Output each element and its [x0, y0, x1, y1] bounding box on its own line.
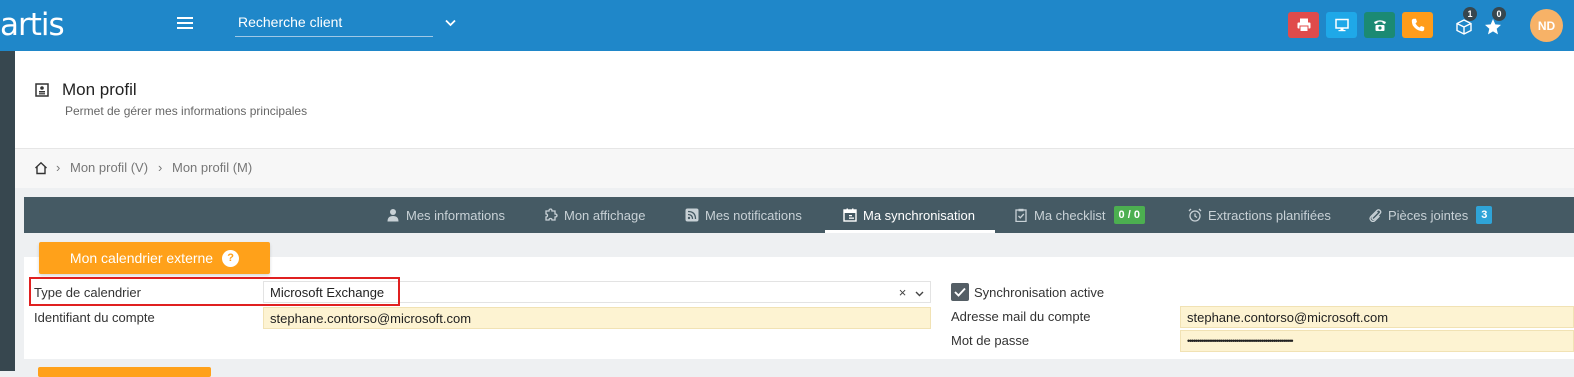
tab-mon-affichage[interactable]: Mon affichage	[544, 197, 645, 233]
breadcrumb-item[interactable]: Mon profil (V)	[70, 160, 148, 175]
clear-icon[interactable]: ×	[899, 285, 907, 300]
alarm-icon	[1188, 208, 1202, 222]
phone-icon	[1411, 18, 1424, 32]
page-title: Mon profil	[62, 80, 137, 99]
puzzle-icon	[545, 208, 558, 221]
account-id-field[interactable]: stephane.contorso@microsoft.com	[263, 307, 931, 329]
external-calendar-section-button[interactable]: Mon calendrier externe ?	[39, 242, 270, 274]
telephone-button[interactable]	[1364, 12, 1395, 38]
chevron-down-icon[interactable]	[445, 15, 456, 30]
calendar-type-label: Type de calendrier	[34, 285, 141, 300]
home-icon[interactable]	[34, 161, 48, 175]
tab-mes-notifications[interactable]: Mes notifications	[685, 197, 802, 233]
account-email-label: Adresse mail du compte	[951, 309, 1091, 324]
tab-ma-checklist[interactable]: Ma checklist 0 / 0	[1014, 197, 1145, 233]
monitor-icon	[1334, 18, 1349, 32]
breadcrumb: › Mon profil (V) › Mon profil (M)	[15, 148, 1574, 188]
breadcrumb-separator: ›	[158, 160, 163, 175]
page-subtitle: Permet de gérer mes informations princip…	[65, 104, 308, 118]
screen-button[interactable]	[1326, 12, 1357, 38]
menu-icon[interactable]	[177, 17, 193, 31]
client-search[interactable]	[235, 14, 433, 37]
calendar-icon	[843, 208, 857, 222]
avatar[interactable]: ND	[1530, 9, 1563, 42]
rss-icon	[685, 208, 699, 222]
chevron-down-icon[interactable]	[915, 291, 924, 297]
account-id-label: Identifiant du compte	[34, 310, 155, 325]
attachments-badge: 3	[1476, 206, 1493, 224]
help-icon[interactable]: ?	[222, 249, 240, 267]
tab-bar: Mes informations Mon affichage Mes notif…	[24, 197, 1574, 233]
password-label: Mot de passe	[951, 333, 1030, 348]
account-email-field[interactable]: stephane.contorso@microsoft.com	[1180, 306, 1574, 328]
sync-active-label: Synchronisation active	[974, 285, 1105, 300]
star-count-badge: 0	[1492, 7, 1506, 21]
page-header: Mon profil Permet de gérer mes informati…	[15, 51, 1574, 148]
app-logo[interactable]: artis	[0, 6, 65, 44]
paperclip-icon	[1369, 209, 1382, 222]
breadcrumb-separator: ›	[56, 160, 61, 175]
tab-pieces-jointes[interactable]: Pièces jointes 3	[1368, 197, 1493, 233]
user-icon	[387, 209, 399, 222]
tab-mes-informations[interactable]: Mes informations	[386, 197, 505, 233]
printer-icon	[1297, 18, 1310, 32]
calendar-type-select[interactable]: Microsoft Exchange ×	[263, 281, 931, 303]
telephone-icon	[1373, 20, 1386, 31]
tab-ma-synchronisation[interactable]: Ma synchronisation	[843, 197, 975, 233]
tab-extractions-planifiees[interactable]: Extractions planifiées	[1188, 197, 1331, 233]
checklist-badge: 0 / 0	[1113, 206, 1145, 224]
client-search-input[interactable]	[235, 14, 433, 30]
top-bar: artis 1 0 ND	[0, 0, 1574, 51]
profile-card-icon	[35, 83, 49, 97]
password-field[interactable]: ••••••••••••••••••••••••••••••••••••••••…	[1180, 330, 1574, 352]
cube-count-badge: 1	[1463, 7, 1477, 21]
breadcrumb-item[interactable]: Mon profil (M)	[172, 160, 252, 175]
next-section-button[interactable]	[38, 367, 211, 377]
left-sidebar	[0, 51, 15, 371]
print-button[interactable]	[1288, 12, 1319, 38]
clipboard-icon	[1015, 208, 1027, 222]
check-icon	[954, 287, 966, 297]
sync-active-checkbox[interactable]	[951, 283, 969, 301]
call-button[interactable]	[1402, 12, 1433, 38]
